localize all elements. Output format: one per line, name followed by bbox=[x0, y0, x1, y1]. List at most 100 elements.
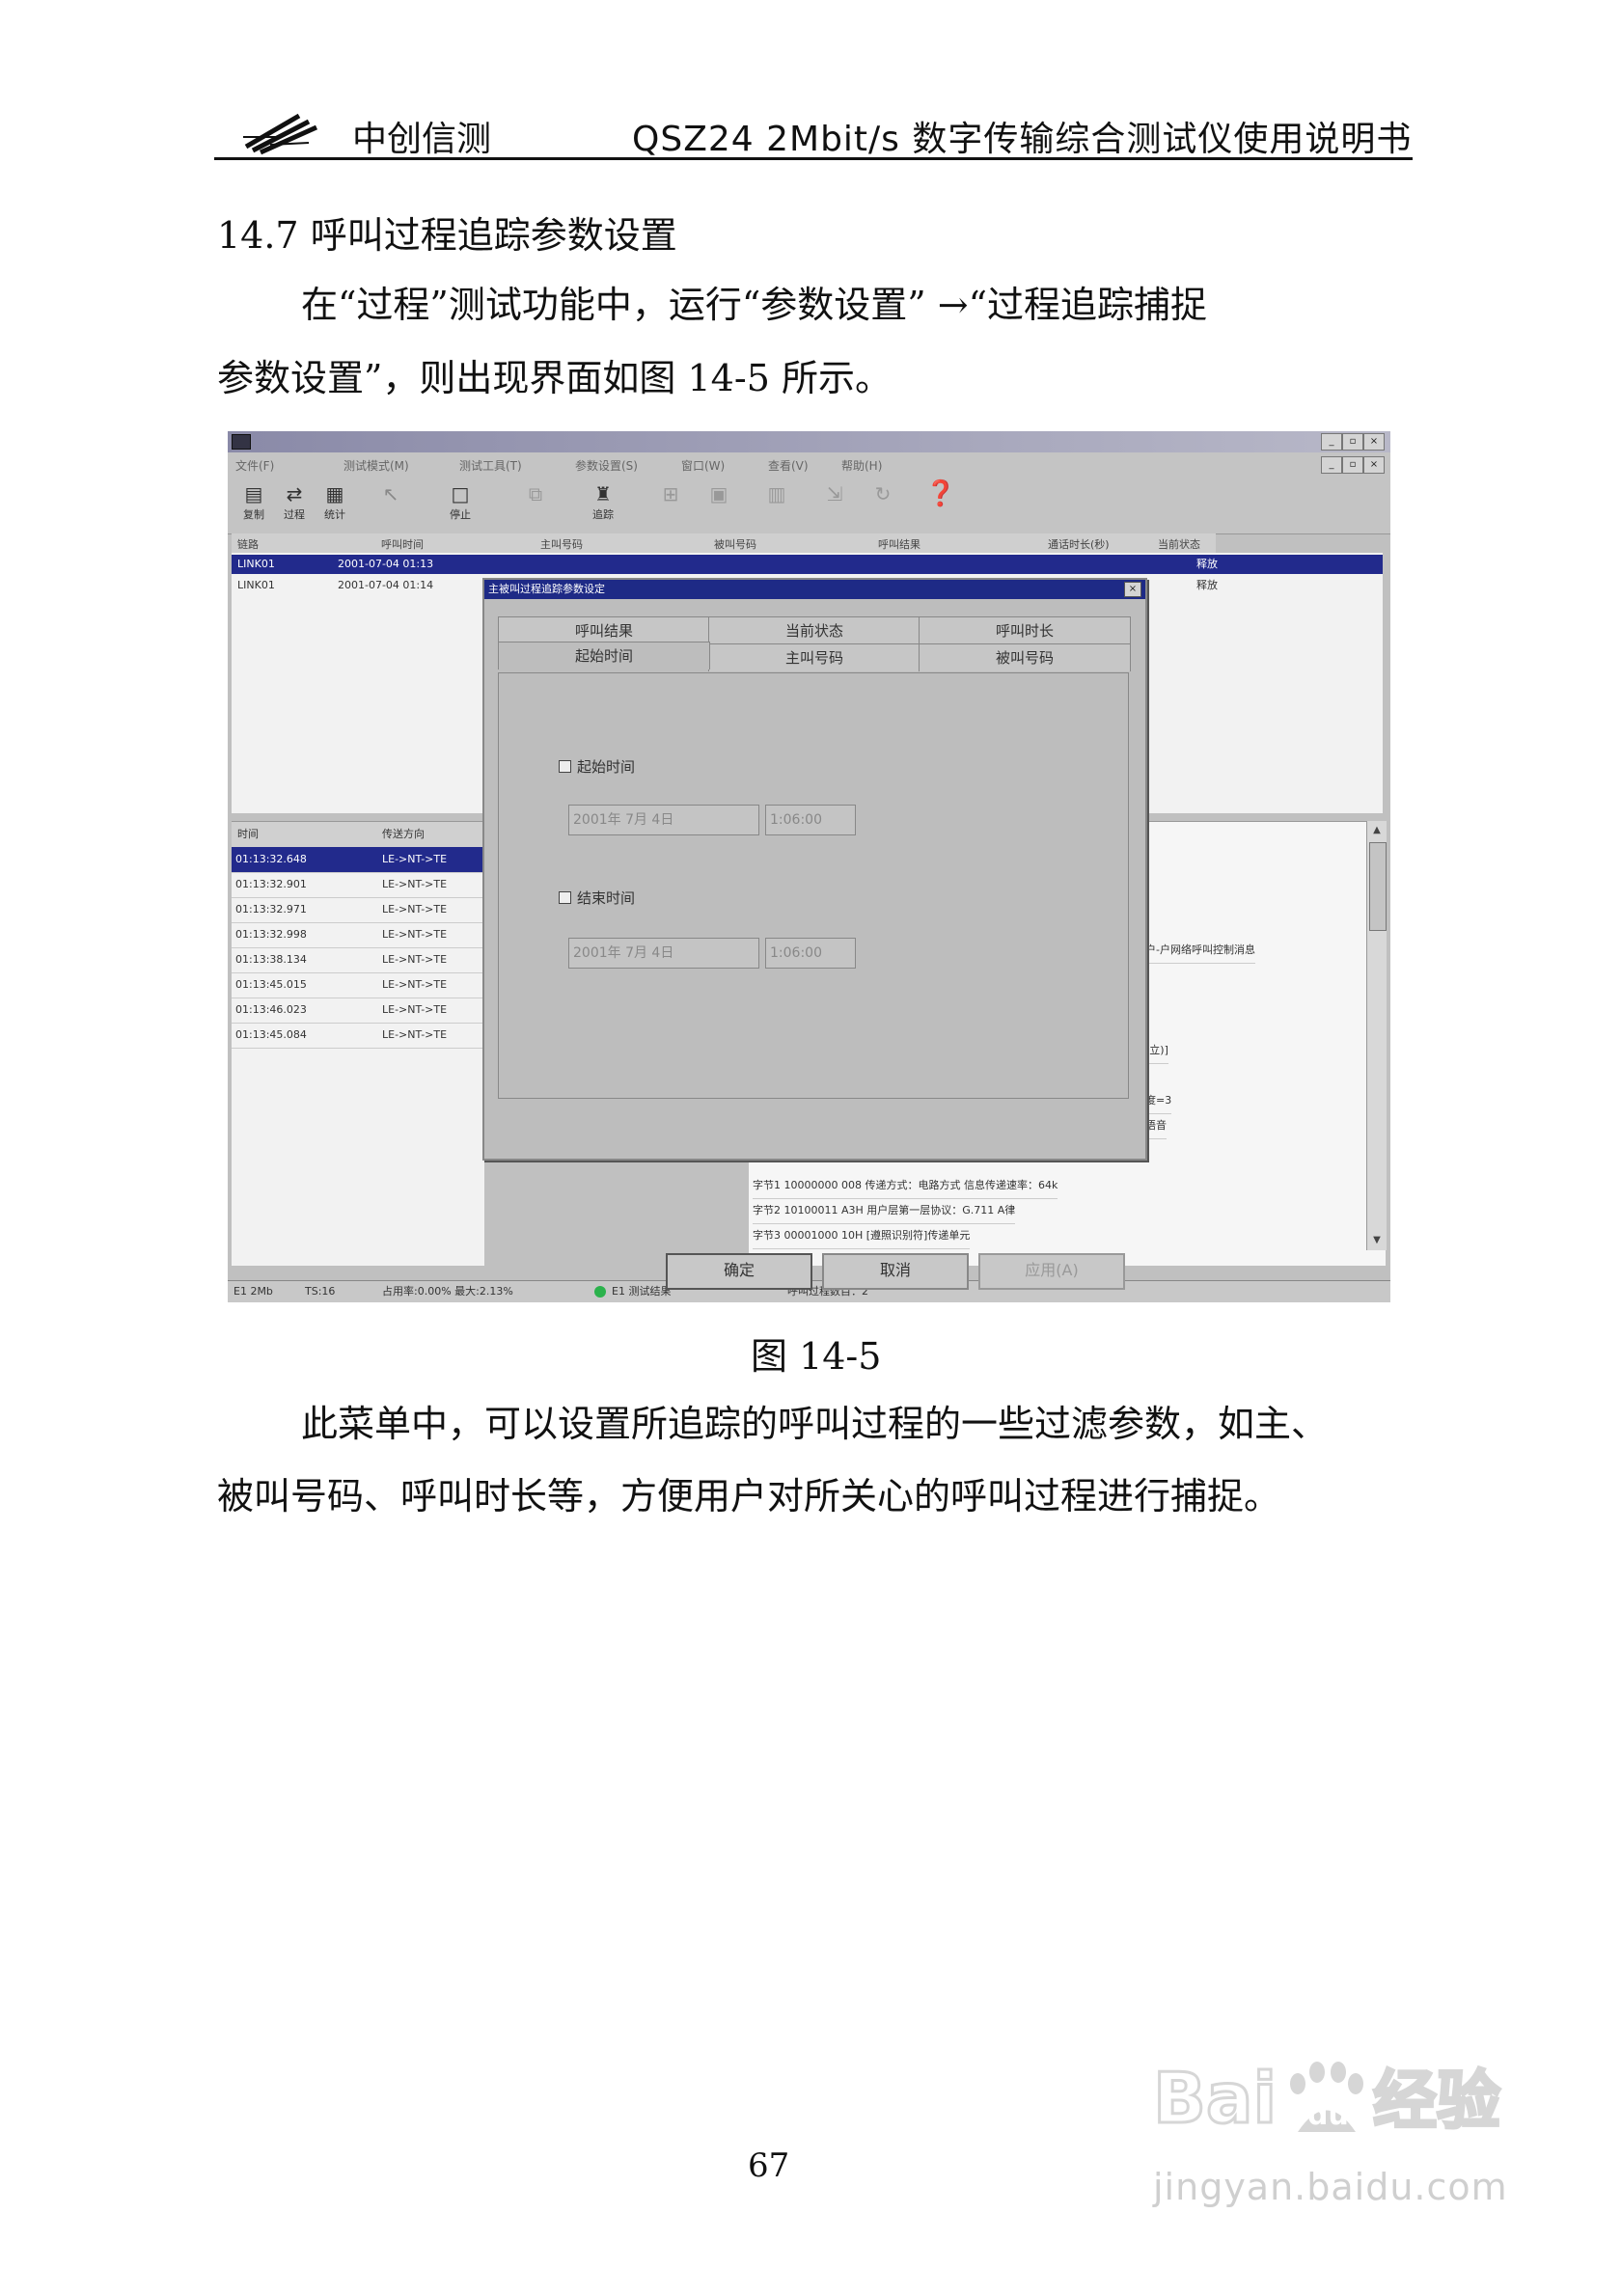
cell-time: 01:13:38.134 bbox=[235, 953, 307, 966]
toolbar-stop-button[interactable]: □ 停止 bbox=[442, 481, 479, 526]
list-item[interactable]: 01:13:32.901 LE->NT->TE bbox=[232, 872, 484, 898]
table-header: 链路 呼叫时间 主叫号码 被叫号码 呼叫结果 通话时长(秒) 当前状态 bbox=[232, 533, 1216, 554]
detail-line: 字节1 10000000 008 传递方式：电路方式 信息传递速率：64k bbox=[753, 1173, 1058, 1199]
vertical-scrollbar[interactable]: ▲ ▼ bbox=[1366, 821, 1387, 1250]
company-logo-icon bbox=[243, 113, 318, 155]
toolbar-disabled-button-4[interactable]: ▥ bbox=[758, 481, 795, 526]
menu-file[interactable]: 文件(F) bbox=[235, 457, 274, 474]
toolbar-disabled-button-2[interactable]: ⊞ bbox=[652, 481, 689, 526]
cell-direction: LE->NT->TE bbox=[382, 953, 448, 966]
tab-panel: 起始时间 2001年 7月 4日 1:06:00 结束时间 2001年 7月 4… bbox=[498, 672, 1129, 1099]
column-header[interactable]: 链路 bbox=[237, 536, 259, 552]
list-item[interactable]: 01:13:32.971 LE->NT->TE bbox=[232, 897, 484, 923]
svg-text:du: du bbox=[1307, 2098, 1349, 2132]
baidu-jingyan-logo-icon: Bai du 经验 bbox=[1153, 2057, 1502, 2141]
trace-icon: ♜ bbox=[594, 482, 612, 506]
toolbar-help-button[interactable]: ❓ bbox=[922, 481, 959, 526]
end-time-field[interactable]: 1:06:00 bbox=[765, 938, 856, 969]
scroll-thumb[interactable] bbox=[1369, 842, 1387, 931]
child-close-icon[interactable]: × bbox=[1363, 456, 1385, 474]
print-icon: ▣ bbox=[709, 482, 728, 506]
scroll-up-icon[interactable]: ▲ bbox=[1367, 821, 1387, 840]
toolbar-disabled-button-3[interactable]: ▣ bbox=[701, 481, 737, 526]
menu-settings[interactable]: 参数设置(S) bbox=[575, 457, 638, 474]
end-date-field[interactable]: 2001年 7月 4日 bbox=[568, 938, 759, 969]
checkbox-label: 结束时间 bbox=[577, 889, 636, 907]
toolbar-process-button[interactable]: ⇄ 过程 bbox=[276, 481, 313, 526]
column-header[interactable]: 当前状态 bbox=[1158, 536, 1200, 552]
ok-button[interactable]: 确定 bbox=[666, 1253, 812, 1290]
scroll-down-icon[interactable]: ▼ bbox=[1367, 1231, 1387, 1250]
list-item[interactable]: 01:13:46.023 LE->NT->TE bbox=[232, 998, 484, 1024]
menu-help[interactable]: 帮助(H) bbox=[841, 457, 882, 474]
column-header[interactable]: 呼叫时间 bbox=[381, 536, 424, 552]
page-number: 67 bbox=[748, 2146, 790, 2185]
tab-start-time[interactable]: 起始时间 bbox=[498, 642, 710, 670]
column-header[interactable]: 主叫号码 bbox=[540, 536, 583, 552]
start-date-field[interactable]: 2001年 7月 4日 bbox=[568, 805, 759, 835]
tab-call-result[interactable]: 呼叫结果 bbox=[498, 616, 710, 644]
table-row[interactable]: LINK01 2001-07-04 01:13 释放 bbox=[232, 555, 1383, 574]
filter-icon: ⊞ bbox=[662, 482, 679, 506]
cell-time: 01:13:46.023 bbox=[235, 1003, 307, 1016]
arrows-icon: ⇄ bbox=[286, 482, 303, 506]
toolbar-label: 统计 bbox=[324, 508, 345, 521]
refresh-icon: ↻ bbox=[874, 482, 892, 506]
toolbar-trace-button[interactable]: ♜ 追踪 bbox=[585, 481, 621, 526]
checkbox-icon bbox=[559, 760, 571, 773]
detail-line: 字节2 10100011 A3H 用户层第一层协议：G.711 A律 bbox=[753, 1198, 1016, 1224]
column-header[interactable]: 被叫号码 bbox=[714, 536, 756, 552]
list-item[interactable]: 01:13:45.084 LE->NT->TE bbox=[232, 1023, 484, 1049]
start-time-field[interactable]: 1:06:00 bbox=[765, 805, 856, 835]
detail-line: 字节3 00001000 10H [遵照识别符]传递单元 bbox=[753, 1223, 971, 1249]
tab-call-duration[interactable]: 呼叫时长 bbox=[919, 616, 1131, 644]
cell-direction: LE->NT->TE bbox=[382, 853, 448, 865]
end-time-checkbox[interactable]: 结束时间 bbox=[559, 888, 635, 908]
cell-time: 01:13:45.084 bbox=[235, 1028, 307, 1041]
column-header[interactable]: 呼叫结果 bbox=[878, 536, 920, 552]
dialog-close-icon[interactable]: × bbox=[1124, 582, 1141, 597]
app-icon bbox=[232, 434, 251, 450]
toolbar-pointer-button[interactable]: ↖ bbox=[372, 481, 409, 526]
cell-direction: LE->NT->TE bbox=[382, 978, 448, 991]
column-header[interactable]: 时间 bbox=[237, 822, 259, 847]
list-item[interactable]: 01:13:38.134 LE->NT->TE bbox=[232, 947, 484, 973]
toolbar-copy-button[interactable]: ▤ 复制 bbox=[235, 481, 272, 526]
stop-icon: □ bbox=[451, 482, 470, 506]
column-header[interactable]: 传送方向 bbox=[382, 822, 425, 847]
child-maximize-icon[interactable]: ▫ bbox=[1342, 456, 1363, 474]
tab-calling-number[interactable]: 主叫号码 bbox=[708, 643, 920, 671]
toolbar-label: 停止 bbox=[450, 508, 471, 521]
column-header[interactable]: 通话时长(秒) bbox=[1048, 536, 1110, 552]
menu-bar: 文件(F) 测试模式(M) 测试工具(T) 参数设置(S) 窗口(W) 查看(V… bbox=[228, 452, 1390, 476]
list-item[interactable]: 01:13:45.015 LE->NT->TE bbox=[232, 972, 484, 998]
start-time-checkbox[interactable]: 起始时间 bbox=[559, 756, 635, 777]
paragraph-1-line-1: 在“过程”测试功能中，运行“参数设置” →“过程追踪捕捉 bbox=[301, 284, 1208, 326]
menu-test-mode[interactable]: 测试模式(M) bbox=[343, 457, 409, 474]
close-icon[interactable]: × bbox=[1363, 433, 1385, 451]
maximize-icon[interactable]: ▫ bbox=[1342, 433, 1363, 451]
status-result: E1 测试结果 bbox=[612, 1285, 672, 1298]
paragraph-2-line-2: 被叫号码、呼叫时长等，方便用户对所关心的呼叫过程进行捕捉。 bbox=[217, 1475, 1281, 1517]
menu-window[interactable]: 窗口(W) bbox=[681, 457, 725, 474]
toolbar-disabled-button-1[interactable]: ⧉ bbox=[517, 481, 554, 526]
menu-test-tools[interactable]: 测试工具(T) bbox=[459, 457, 522, 474]
minimize-icon[interactable]: _ bbox=[1321, 433, 1342, 451]
tab-current-state[interactable]: 当前状态 bbox=[708, 616, 920, 644]
toolbar-disabled-button-5[interactable]: ⇲ bbox=[816, 481, 853, 526]
checkbox-label: 起始时间 bbox=[577, 758, 636, 776]
toolbar-label: 追踪 bbox=[592, 508, 614, 521]
menu-view[interactable]: 查看(V) bbox=[768, 457, 809, 474]
cancel-button[interactable]: 取消 bbox=[822, 1253, 969, 1290]
app-titlebar: _ ▫ × bbox=[228, 431, 1390, 452]
list-item[interactable]: 01:13:32.648 LE->NT->TE bbox=[232, 847, 484, 873]
header-rule bbox=[214, 157, 1413, 160]
status-led-icon bbox=[594, 1286, 606, 1298]
cell-direction: LE->NT->TE bbox=[382, 1003, 448, 1016]
tab-called-number[interactable]: 被叫号码 bbox=[919, 643, 1131, 671]
toolbar-stats-button[interactable]: ▦ 统计 bbox=[316, 481, 353, 526]
toolbar-disabled-button-6[interactable]: ↻ bbox=[865, 481, 901, 526]
list-item[interactable]: 01:13:32.998 LE->NT->TE bbox=[232, 922, 484, 948]
child-minimize-icon[interactable]: _ bbox=[1321, 456, 1342, 474]
apply-button[interactable]: 应用(A) bbox=[978, 1253, 1125, 1290]
